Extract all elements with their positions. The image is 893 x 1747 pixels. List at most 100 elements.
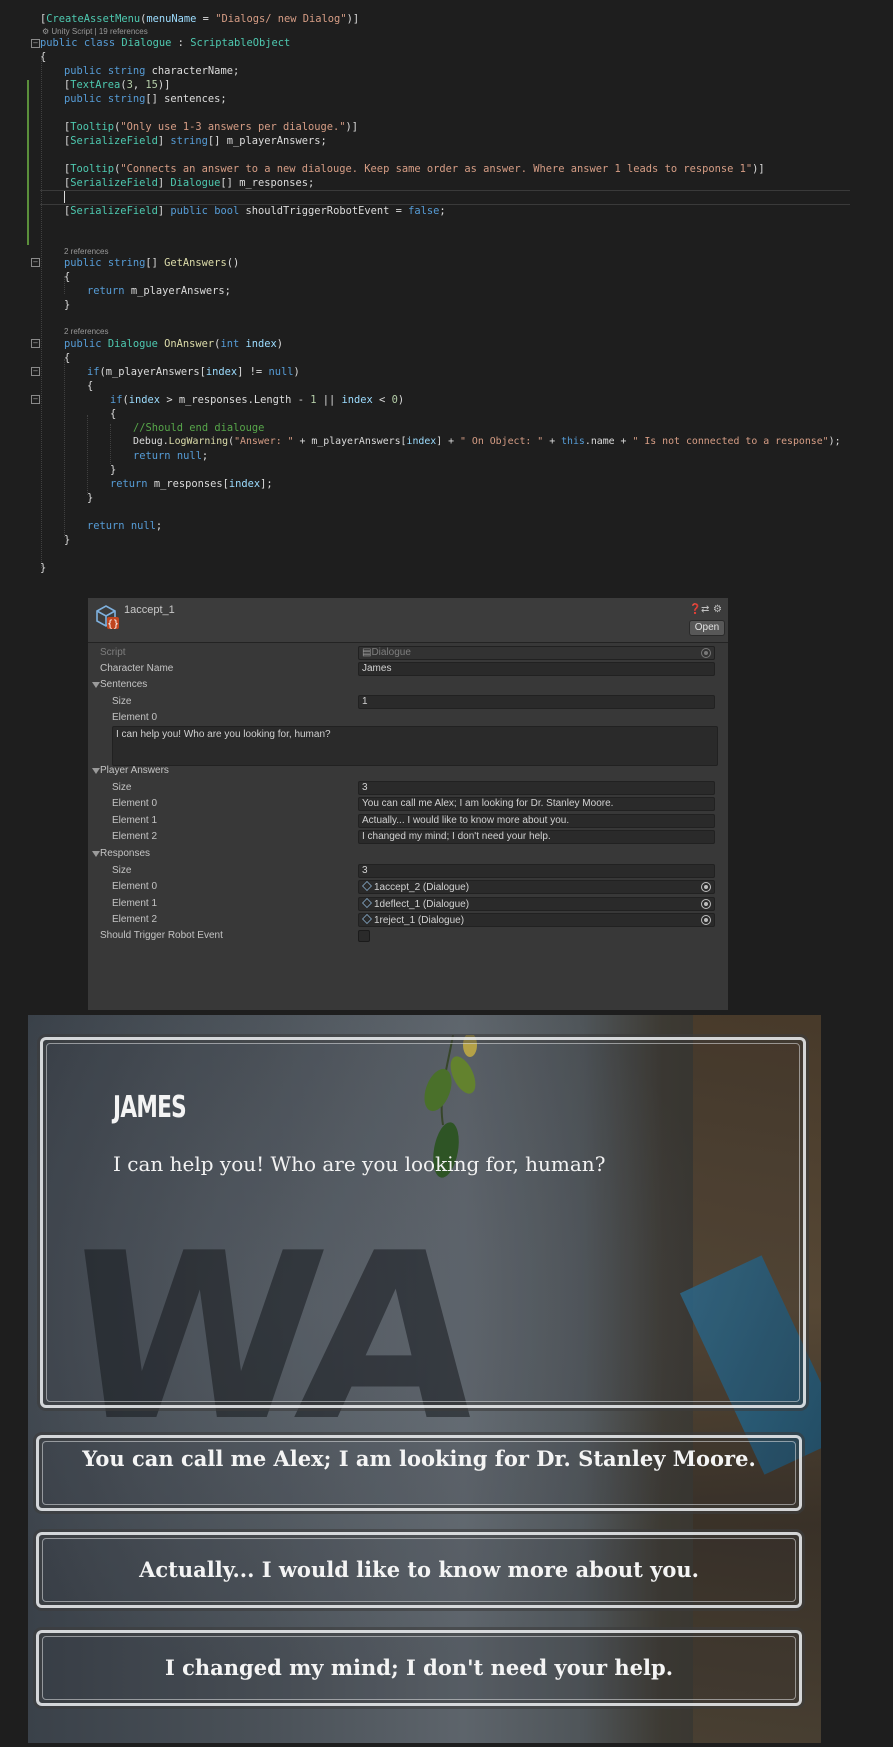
code-line: [Tooltip("Only use 1-3 answers per dialo… bbox=[64, 121, 359, 133]
answer-element-0-label: Element 0 bbox=[112, 798, 158, 809]
response-0-field[interactable]: 1accept_2 (Dialogue) bbox=[358, 880, 715, 894]
codelens-class[interactable]: ⚙ Unity Script | 19 references bbox=[42, 27, 148, 36]
token: (m_playerAnswers[ bbox=[99, 366, 206, 378]
token: public bbox=[40, 37, 78, 49]
token: public bbox=[64, 338, 102, 350]
token: menuName bbox=[146, 13, 197, 25]
token: index bbox=[245, 338, 277, 350]
settings-icon[interactable]: ⚙ bbox=[713, 604, 722, 615]
code-line: //Should end dialouge bbox=[133, 421, 264, 435]
sentences-size-field[interactable]: 1 bbox=[358, 695, 715, 709]
token: if bbox=[110, 394, 123, 406]
responses-foldout[interactable]: Responses bbox=[100, 847, 150, 861]
object-picker-icon[interactable] bbox=[701, 915, 711, 925]
token: public bbox=[64, 65, 102, 77]
token: index bbox=[228, 478, 261, 490]
player-answers-foldout[interactable]: Player Answers bbox=[100, 764, 169, 778]
token: null bbox=[176, 450, 202, 462]
dialogue-box: JAMES I can help you! Who are you lookin… bbox=[40, 1037, 806, 1408]
response-0-value: 1accept_2 (Dialogue) bbox=[374, 882, 470, 893]
text-caret bbox=[64, 191, 65, 203]
answer-option-2[interactable]: Actually... I would like to know more ab… bbox=[36, 1532, 802, 1608]
token: SerializeField bbox=[70, 135, 158, 147]
fold-toggle[interactable]: − bbox=[31, 339, 40, 348]
token: } bbox=[40, 562, 47, 574]
answer-2-field[interactable]: I changed my mind; I don't need your hel… bbox=[358, 830, 715, 844]
responses-size-field[interactable]: 3 bbox=[358, 864, 715, 878]
fold-toggle[interactable]: − bbox=[31, 395, 40, 404]
answer-element-2-label: Element 2 bbox=[112, 831, 158, 842]
token: { bbox=[110, 408, 117, 420]
codelens-references[interactable]: 2 references bbox=[64, 327, 108, 336]
code-line: [TextArea(3, 15)] bbox=[64, 79, 171, 91]
token: { bbox=[64, 352, 71, 364]
script-label: Script bbox=[100, 647, 126, 658]
codelens-text: Unity Script | 19 references bbox=[51, 27, 148, 36]
answer-element-1-label: Element 1 bbox=[112, 815, 158, 826]
answer-1-field[interactable]: Actually... I would like to know more ab… bbox=[358, 814, 715, 828]
token: index bbox=[205, 366, 238, 378]
code-line: public string[] sentences; bbox=[64, 92, 227, 106]
trigger-robot-event-label: Should Trigger Robot Event bbox=[100, 930, 223, 941]
code-line: } bbox=[64, 533, 70, 547]
token: "Answer: " bbox=[234, 436, 294, 447]
codelens-references[interactable]: 2 references bbox=[64, 247, 108, 256]
object-picker-icon[interactable] bbox=[701, 899, 711, 909]
response-2-value: 1reject_1 (Dialogue) bbox=[374, 915, 465, 926]
token: OnAnswer bbox=[164, 338, 215, 350]
sentences-foldout-icon[interactable] bbox=[92, 682, 100, 688]
answer-0-field[interactable]: You can call me Alex; I am looking for D… bbox=[358, 797, 715, 811]
code-line: [Tooltip("Connects an answer to a new di… bbox=[64, 163, 765, 175]
character-name-field[interactable]: James bbox=[358, 662, 715, 676]
sentence-0-textarea[interactable]: I can help you! Who are you looking for,… bbox=[112, 726, 718, 766]
token: + m_playerAnswers[ bbox=[293, 436, 407, 447]
help-icon[interactable]: ❓ bbox=[689, 604, 701, 615]
token: > m_responses.Length - bbox=[160, 394, 311, 406]
token: } bbox=[64, 299, 71, 311]
token: int bbox=[220, 338, 240, 350]
response-element-2-label: Element 2 bbox=[112, 914, 158, 925]
token: Tooltip bbox=[70, 121, 115, 133]
sentences-foldout[interactable]: Sentences bbox=[100, 678, 147, 692]
token: < bbox=[372, 394, 392, 406]
token: TextArea bbox=[70, 79, 121, 91]
answers-size-field[interactable]: 3 bbox=[358, 781, 715, 795]
answer-option-3-text: I changed my mind; I don't need your hel… bbox=[164, 1655, 674, 1680]
trigger-robot-event-checkbox[interactable] bbox=[358, 930, 370, 942]
code-line: public Dialogue OnAnswer(int index) bbox=[64, 338, 284, 350]
scriptable-object-icon bbox=[362, 881, 372, 891]
inspector-panel: {} 1accept_1 ❓ ⇄ ⚙ Open Script ▤Dialogue… bbox=[88, 598, 728, 1010]
code-line: [CreateAssetMenu(menuName = "Dialogs/ ne… bbox=[40, 13, 360, 25]
code-line: public string[] GetAnswers() bbox=[64, 257, 240, 269]
code-line: } bbox=[110, 463, 116, 477]
responses-size-label: Size bbox=[112, 865, 132, 876]
player-answers-foldout-icon[interactable] bbox=[92, 768, 100, 774]
token: public bbox=[64, 93, 102, 105]
token: || bbox=[316, 394, 342, 406]
token: return bbox=[87, 285, 125, 297]
fold-toggle[interactable]: − bbox=[31, 367, 40, 376]
indent-guide bbox=[87, 415, 88, 495]
response-1-field[interactable]: 1deflect_1 (Dialogue) bbox=[358, 897, 715, 911]
responses-foldout-icon[interactable] bbox=[92, 851, 100, 857]
code-editor[interactable]: − − − − − [CreateAssetMenu(menuName = "D… bbox=[0, 0, 893, 590]
open-button[interactable]: Open bbox=[689, 620, 725, 636]
token: public bbox=[64, 257, 102, 269]
change-indicator-bar bbox=[27, 80, 29, 245]
token: return bbox=[133, 450, 171, 462]
response-2-field[interactable]: 1reject_1 (Dialogue) bbox=[358, 913, 715, 927]
fold-toggle[interactable]: − bbox=[31, 39, 40, 48]
token: ScriptableObject bbox=[190, 37, 291, 49]
scriptable-object-icon bbox=[362, 914, 372, 924]
token: GetAnswers bbox=[164, 257, 227, 269]
object-picker-icon[interactable] bbox=[701, 882, 711, 892]
answer-option-1[interactable]: You can call me Alex; I am looking for D… bbox=[36, 1435, 802, 1511]
token: { bbox=[40, 51, 47, 63]
preset-icon[interactable]: ⇄ bbox=[701, 604, 709, 615]
code-line: } bbox=[64, 298, 70, 312]
answer-option-3[interactable]: I changed my mind; I don't need your hel… bbox=[36, 1630, 802, 1706]
scriptable-object-icon: {} bbox=[96, 605, 119, 630]
token: " Is not connected to a response" bbox=[632, 436, 829, 447]
fold-toggle[interactable]: − bbox=[31, 258, 40, 267]
script-value: Dialogue bbox=[371, 647, 411, 658]
